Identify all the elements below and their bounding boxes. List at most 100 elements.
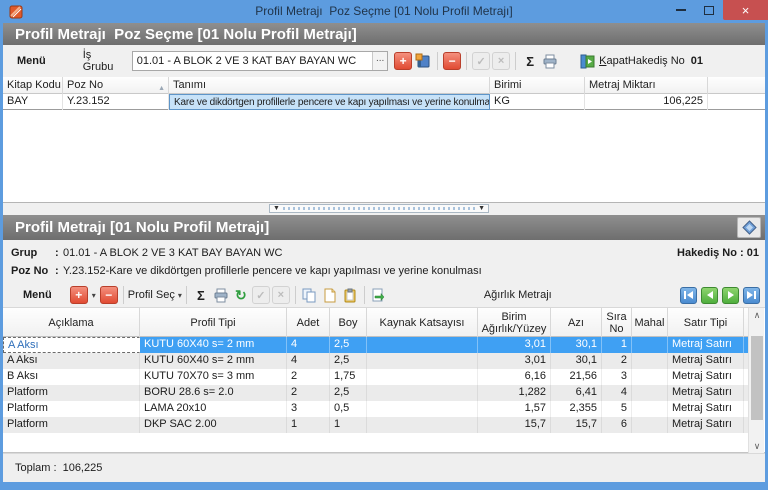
col-boy[interactable]: Boy <box>330 308 367 337</box>
scroll-down-icon[interactable]: ∨ <box>749 439 765 453</box>
cell[interactable]: Metraj Satırı <box>668 369 744 385</box>
cell[interactable]: LAMA 20x10 <box>140 401 287 417</box>
nav-last-button[interactable] <box>743 287 760 304</box>
cell[interactable] <box>367 417 478 433</box>
splitter-collapse-icon[interactable]: ▼ <box>475 205 488 212</box>
table-row[interactable]: A Aksı KUTU 60X40 s= 2 mm 4 2,5 3,01 30,… <box>3 353 748 369</box>
col-kitap-kodu[interactable]: Kitap Kodu <box>3 77 63 94</box>
add-row-button[interactable]: + <box>70 286 88 304</box>
table-row-selected[interactable]: A Aksı KUTU 60X40 s= 2 mm 4 2,5 3,01 30,… <box>3 337 748 353</box>
cell[interactable]: 0,5 <box>330 401 367 417</box>
cell[interactable]: 5 <box>602 401 632 417</box>
cell[interactable] <box>632 353 668 369</box>
col-aciklama[interactable]: Açıklama <box>3 308 140 337</box>
cell[interactable] <box>632 369 668 385</box>
cell[interactable]: B Aksı <box>3 369 140 385</box>
cell[interactable]: 1 <box>602 337 632 353</box>
workgroup-combobox[interactable]: 01.01 - A BLOK 2 VE 3 KAT BAY BAYAN WC .… <box>132 51 388 71</box>
col-metraj-miktari[interactable]: Metraj Miktarı <box>585 77 708 94</box>
cell-metraj-miktari[interactable]: 106,225 <box>585 94 708 110</box>
cell[interactable]: Platform <box>3 385 140 401</box>
cell[interactable]: 21,56 <box>551 369 602 385</box>
cell[interactable] <box>367 353 478 369</box>
col-tanimi[interactable]: Tanımı <box>169 77 490 94</box>
cell[interactable]: 15,7 <box>478 417 551 433</box>
cell[interactable]: 2 <box>602 353 632 369</box>
maximize-button[interactable] <box>695 0 723 20</box>
add-button[interactable]: + <box>394 52 412 70</box>
cell[interactable] <box>632 337 668 353</box>
delete-row-button[interactable]: − <box>100 286 118 304</box>
cell[interactable]: 1,57 <box>478 401 551 417</box>
cell[interactable] <box>632 417 668 433</box>
table-row[interactable]: Platform BORU 28.6 s= 2.0 2 2,5 1,282 6,… <box>3 385 748 401</box>
col-profil-tipi[interactable]: Profil Tipi <box>140 308 287 337</box>
cell[interactable]: 6,41 <box>551 385 602 401</box>
cell[interactable]: 2,5 <box>330 337 367 353</box>
cell-kitap-kodu[interactable]: BAY <box>3 94 63 110</box>
col-adet[interactable]: Adet <box>287 308 330 337</box>
cell[interactable]: Metraj Satırı <box>668 353 744 369</box>
cell[interactable] <box>367 385 478 401</box>
cell[interactable]: 15,7 <box>551 417 602 433</box>
cell[interactable]: 2,355 <box>551 401 602 417</box>
scrollbar-thumb[interactable] <box>751 336 763 420</box>
cell[interactable]: 4 <box>287 353 330 369</box>
cell-poz-no[interactable]: Y.23.152 <box>63 94 169 110</box>
col-poz-no[interactable]: Poz No▲ <box>63 77 169 94</box>
book-icon[interactable] <box>414 52 432 70</box>
refresh-icon[interactable]: ↻ <box>232 286 250 304</box>
nav-next-button[interactable] <box>722 287 739 304</box>
cell[interactable]: 30,1 <box>551 337 602 353</box>
nav-prev-button[interactable] <box>701 287 718 304</box>
scroll-up-icon[interactable]: ∧ <box>749 308 765 322</box>
col-azi[interactable]: Azı <box>551 308 602 337</box>
delete-button[interactable]: − <box>443 52 461 70</box>
table-row[interactable]: B Aksı KUTU 70X70 s= 3 mm 2 1,75 6,16 21… <box>3 369 748 385</box>
cell[interactable]: 2,5 <box>330 353 367 369</box>
cell[interactable]: Metraj Satırı <box>668 385 744 401</box>
cell[interactable]: 6,16 <box>478 369 551 385</box>
cell[interactable]: 30,1 <box>551 353 602 369</box>
cell[interactable]: 6 <box>602 417 632 433</box>
cell[interactable]: 4 <box>602 385 632 401</box>
cell[interactable]: 2 <box>287 385 330 401</box>
splitter-handle[interactable]: ▼ ▼ <box>269 204 489 213</box>
cell[interactable] <box>367 337 478 353</box>
cell[interactable]: BORU 28.6 s= 2.0 <box>140 385 287 401</box>
copy-icon[interactable] <box>301 286 319 304</box>
cell[interactable]: 4 <box>287 337 330 353</box>
export-icon[interactable] <box>370 286 388 304</box>
col-mahal[interactable]: Mahal <box>632 308 668 337</box>
col-satir-tipi[interactable]: Satır Tipi <box>668 308 744 337</box>
nav-first-button[interactable] <box>680 287 697 304</box>
cell[interactable]: Platform <box>3 401 140 417</box>
col-sira-no[interactable]: Sıra No <box>602 308 632 337</box>
clipboard-icon[interactable] <box>341 286 359 304</box>
cell[interactable]: 3,01 <box>478 353 551 369</box>
table-row[interactable]: Platform LAMA 20x10 3 0,5 1,57 2,355 5 M… <box>3 401 748 417</box>
page-icon[interactable] <box>321 286 339 304</box>
splitter-grip[interactable] <box>283 207 475 210</box>
menu-button[interactable]: Menü <box>17 55 46 67</box>
add-row-dropdown-icon[interactable]: ▾ <box>92 291 96 300</box>
menu-button-2[interactable]: Menü <box>23 289 52 301</box>
profil-sec-button[interactable]: Profil Seç ▾ <box>128 289 182 301</box>
cell[interactable] <box>367 369 478 385</box>
table-row[interactable]: BAY Y.23.152 Kare ve dikdörtgen profille… <box>3 94 765 110</box>
cell[interactable]: 2,5 <box>330 385 367 401</box>
cell[interactable]: KUTU 60X40 s= 2 mm <box>140 337 287 353</box>
cell-tanimi-selected[interactable]: Kare ve dikdörtgen profillerle pencere v… <box>169 94 490 110</box>
splitter-collapse-icon[interactable]: ▼ <box>270 205 283 212</box>
cell[interactable]: A Aksı <box>3 337 140 353</box>
print-icon-2[interactable] <box>212 286 230 304</box>
cell[interactable]: Metraj Satırı <box>668 417 744 433</box>
close-panel-button[interactable]: Kapat <box>580 54 628 69</box>
cell[interactable]: A Aksı <box>3 353 140 369</box>
cell[interactable]: 3 <box>287 401 330 417</box>
cell[interactable]: Platform <box>3 417 140 433</box>
workgroup-browse-button[interactable]: ... <box>372 52 387 70</box>
cell[interactable]: DKP SAC 2.00 <box>140 417 287 433</box>
sum-button[interactable]: Σ <box>521 52 539 70</box>
cell[interactable]: 3 <box>602 369 632 385</box>
